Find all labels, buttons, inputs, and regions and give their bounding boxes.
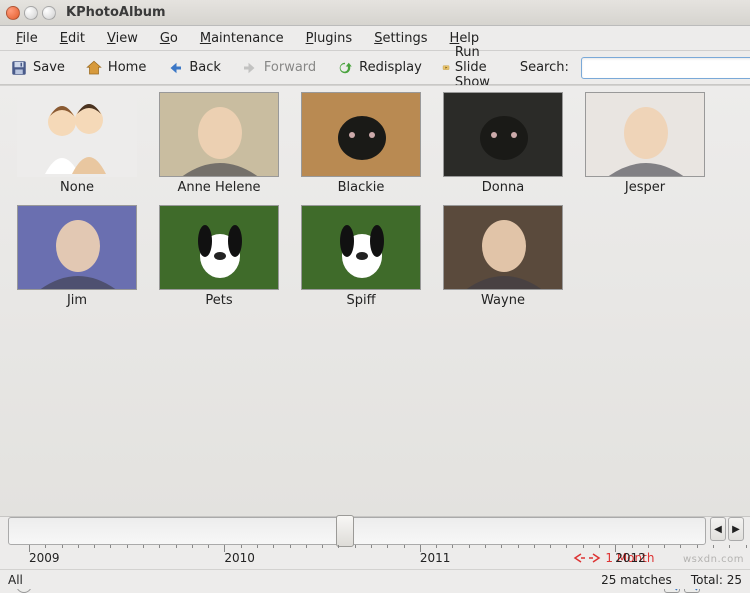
timeline-scroll-right-button[interactable]: ▶ bbox=[728, 517, 744, 541]
timeline-handle[interactable] bbox=[336, 515, 354, 547]
status-matches: 25 matches bbox=[601, 573, 672, 587]
floppy-icon bbox=[10, 59, 28, 77]
redisplay-label: Redisplay bbox=[359, 60, 422, 75]
thumbnail-image[interactable] bbox=[159, 205, 279, 290]
range-left-arrow-icon bbox=[573, 553, 585, 563]
status-left: All bbox=[8, 573, 23, 587]
thumbnail-item[interactable]: Wayne bbox=[438, 205, 568, 308]
timeline: ◀ ▶ ✕ 1 Month 2009201020112012 bbox=[0, 517, 750, 569]
thumbnail-caption: Pets bbox=[205, 293, 232, 308]
back-label: Back bbox=[189, 60, 221, 75]
menubar: File Edit View Go Maintenance Plugins Se… bbox=[0, 26, 750, 51]
timeline-scroll-left-button[interactable]: ◀ bbox=[710, 517, 726, 541]
search-input[interactable] bbox=[581, 57, 750, 79]
timeline-scale: ✕ 1 Month 2009201020112012 bbox=[8, 547, 706, 569]
maximize-window-button[interactable] bbox=[42, 6, 56, 20]
redisplay-button[interactable]: Redisplay bbox=[332, 57, 426, 79]
timeline-year-label: 2010 bbox=[224, 551, 255, 565]
menu-edit[interactable]: Edit bbox=[50, 28, 95, 49]
minimize-window-button[interactable] bbox=[24, 6, 38, 20]
thumbnail-image[interactable] bbox=[159, 92, 279, 177]
home-icon bbox=[85, 59, 103, 77]
thumbnail-item[interactable]: Anne Helene bbox=[154, 92, 284, 195]
menu-maintenance[interactable]: Maintenance bbox=[190, 28, 294, 49]
thumbnail-image[interactable] bbox=[301, 205, 421, 290]
thumbnail-image[interactable] bbox=[301, 92, 421, 177]
timeline-year-label: 2011 bbox=[420, 551, 451, 565]
thumbnail-image[interactable] bbox=[585, 92, 705, 177]
timeline-year-label: 2009 bbox=[29, 551, 60, 565]
reload-icon bbox=[336, 59, 354, 77]
menu-plugins[interactable]: Plugins bbox=[296, 28, 363, 49]
menu-go[interactable]: Go bbox=[150, 28, 188, 49]
thumbnail-item[interactable]: Jesper bbox=[580, 92, 710, 195]
status-total: Total: 25 bbox=[691, 573, 742, 587]
thumbnail-image[interactable] bbox=[443, 92, 563, 177]
back-arrow-icon bbox=[166, 59, 184, 77]
thumbnail-caption: None bbox=[60, 180, 94, 195]
menu-view[interactable]: View bbox=[97, 28, 148, 49]
close-window-button[interactable] bbox=[6, 6, 20, 20]
thumbnail-item[interactable]: Blackie bbox=[296, 92, 426, 195]
timeline-track[interactable] bbox=[8, 517, 706, 545]
slideshow-label: Run Slide Show bbox=[455, 45, 500, 90]
slideshow-icon bbox=[442, 59, 450, 77]
forward-label: Forward bbox=[264, 60, 316, 75]
thumbnail-caption: Jim bbox=[67, 293, 87, 308]
thumbnail-image[interactable] bbox=[443, 205, 563, 290]
forward-button: Forward bbox=[237, 57, 320, 79]
thumbnail-caption: Blackie bbox=[338, 180, 385, 195]
save-label: Save bbox=[33, 60, 65, 75]
menu-settings[interactable]: Settings bbox=[364, 28, 437, 49]
search-label: Search: bbox=[520, 60, 569, 75]
thumbnail-item[interactable]: Jim bbox=[12, 205, 142, 308]
home-button[interactable]: Home bbox=[81, 57, 150, 79]
thumbnail-item[interactable]: Spiff bbox=[296, 205, 426, 308]
thumbnail-image[interactable] bbox=[17, 92, 137, 177]
toolbar: Save Home Back Forward Redisplay Run Sli… bbox=[0, 51, 750, 85]
back-button[interactable]: Back bbox=[162, 57, 225, 79]
forward-arrow-icon bbox=[241, 59, 259, 77]
thumbnail-caption: Anne Helene bbox=[177, 180, 260, 195]
range-right-arrow-icon bbox=[589, 553, 601, 563]
save-button[interactable]: Save bbox=[6, 57, 69, 79]
thumbnail-caption: Spiff bbox=[346, 293, 375, 308]
thumbnail-item[interactable]: Pets bbox=[154, 205, 284, 308]
home-label: Home bbox=[108, 60, 146, 75]
thumbnail-item[interactable]: None bbox=[12, 92, 142, 195]
statusbar: All 25 matches Total: 25 bbox=[0, 569, 750, 589]
thumbnail-item[interactable]: Donna bbox=[438, 92, 568, 195]
watermark: wsxdn.com bbox=[683, 554, 744, 565]
window-titlebar: KPhotoAlbum bbox=[0, 0, 750, 26]
timeline-year-label: 2012 bbox=[615, 551, 646, 565]
thumbnail-view: None Anne Helene Blackie Donna Jesper Jim Pets… bbox=[0, 85, 750, 517]
thumbnail-image[interactable] bbox=[17, 205, 137, 290]
thumbnail-caption: Donna bbox=[482, 180, 524, 195]
thumbnail-caption: Wayne bbox=[481, 293, 525, 308]
thumbnail-caption: Jesper bbox=[625, 180, 665, 195]
window-title: KPhotoAlbum bbox=[66, 5, 166, 20]
menu-file[interactable]: File bbox=[6, 28, 48, 49]
